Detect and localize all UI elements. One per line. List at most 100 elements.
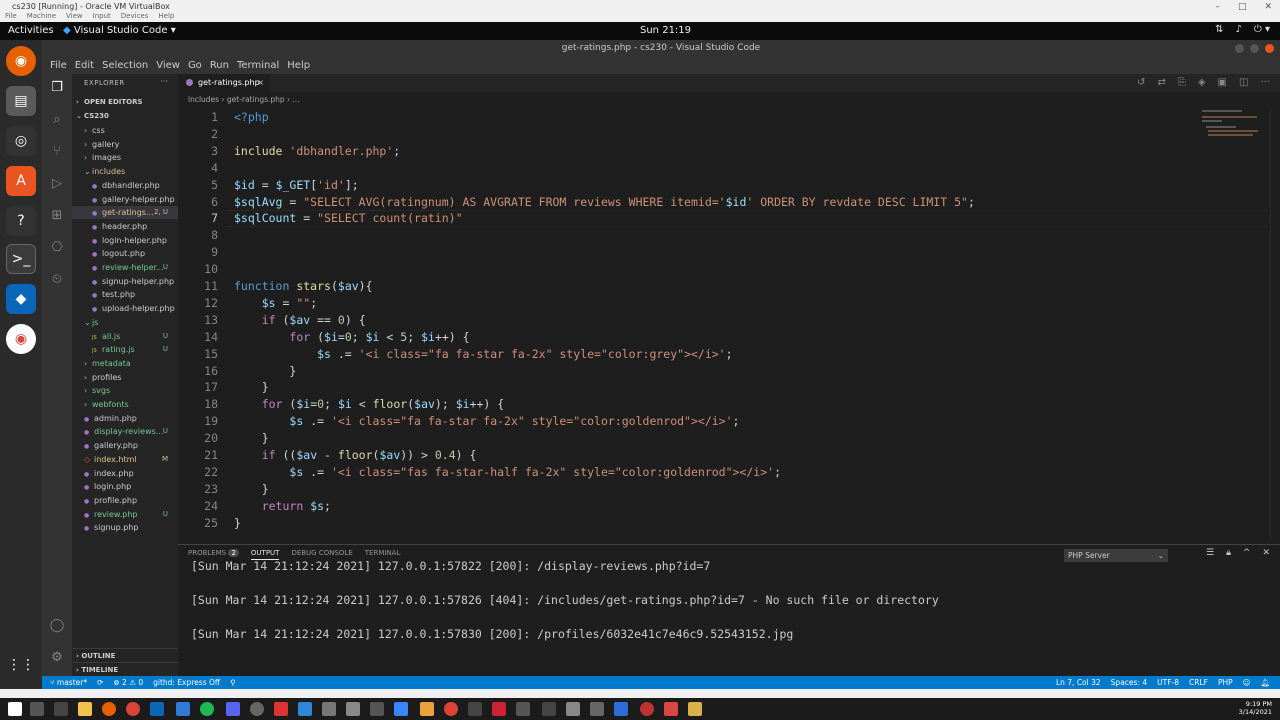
tree-file[interactable]: ● login-helper.php xyxy=(72,234,178,247)
menu-selection[interactable]: Selection xyxy=(98,58,152,74)
windows-start-icon[interactable] xyxy=(8,702,22,716)
menu-run[interactable]: Run xyxy=(206,58,233,74)
terminal-icon[interactable]: >_ xyxy=(6,244,36,274)
app10-taskbar-icon[interactable] xyxy=(516,702,530,716)
discord-taskbar-icon[interactable] xyxy=(226,702,240,716)
breadcrumb[interactable]: includes › get-ratings.php › ... xyxy=(178,92,1280,108)
vbox-menu-file[interactable]: File xyxy=(5,12,17,20)
tree-file[interactable]: ● profile.php xyxy=(72,494,178,507)
tree-file[interactable]: ● upload-helper.php xyxy=(72,302,178,315)
menu-view[interactable]: View xyxy=(152,58,184,74)
preview-icon[interactable]: ▣ xyxy=(1218,77,1227,88)
githd-indicator[interactable]: githd: Express Off xyxy=(153,676,220,689)
tree-file[interactable]: ● signup.php xyxy=(72,521,178,534)
minimize-icon[interactable]: – xyxy=(1215,2,1220,12)
close-panel-icon[interactable]: ✕ xyxy=(1262,548,1270,558)
menu-terminal[interactable]: Terminal xyxy=(233,58,283,74)
files-icon[interactable]: ▤ xyxy=(6,86,36,116)
git-history-icon[interactable]: ⏲ xyxy=(49,272,65,288)
vscode-dock-icon[interactable]: ◆ xyxy=(6,284,36,314)
search-taskbar-icon[interactable] xyxy=(30,702,44,716)
vbox-menu-input[interactable]: Input xyxy=(93,12,111,20)
app13-taskbar-icon[interactable] xyxy=(590,702,604,716)
feedback-icon[interactable]: ☺ xyxy=(1243,676,1251,689)
task-view-icon[interactable] xyxy=(54,702,68,716)
app14-taskbar-icon[interactable] xyxy=(614,702,628,716)
power-icon[interactable]: ⏻ ▾ xyxy=(1254,24,1270,35)
account-icon[interactable]: ◯ xyxy=(49,618,65,634)
tree-file[interactable]: ● gallery.php xyxy=(72,439,178,452)
menu-file[interactable]: File xyxy=(46,58,71,74)
app6-taskbar-icon[interactable] xyxy=(420,702,434,716)
tree-file[interactable]: ● dbhandler.php xyxy=(72,179,178,192)
encoding[interactable]: UTF-8 xyxy=(1157,676,1179,689)
tree-folder[interactable]: › svgs xyxy=(72,384,178,397)
app16-taskbar-icon[interactable] xyxy=(664,702,678,716)
live-share-icon[interactable]: ⚲ xyxy=(230,676,236,689)
app12-taskbar-icon[interactable] xyxy=(566,702,580,716)
app4-taskbar-icon[interactable] xyxy=(370,702,384,716)
chrome-taskbar-icon[interactable] xyxy=(126,702,140,716)
app15-taskbar-icon[interactable] xyxy=(640,702,654,716)
taskbar-clock[interactable]: 9:19 PM 3/14/2021 xyxy=(1239,700,1272,716)
search-icon[interactable]: ⌕ xyxy=(49,112,65,128)
app17-taskbar-icon[interactable] xyxy=(688,702,702,716)
tree-file[interactable]: ● login.php xyxy=(72,480,178,493)
minimap[interactable] xyxy=(1200,108,1270,148)
app5-taskbar-icon[interactable] xyxy=(394,702,408,716)
window-minimize-button[interactable] xyxy=(1235,44,1244,53)
source-icon[interactable]: ◈ xyxy=(1198,77,1206,88)
tree-folder[interactable]: › gallery xyxy=(72,138,178,151)
settings-gear-icon[interactable]: ⚙ xyxy=(49,650,65,666)
tree-file[interactable]: JS rating.js U xyxy=(72,343,178,356)
network-icon[interactable]: ⇅ xyxy=(1215,24,1223,35)
compare-icon[interactable]: ⇄ xyxy=(1157,77,1165,88)
volume-icon[interactable]: ♪ xyxy=(1236,24,1242,35)
cursor-position[interactable]: Ln 7, Col 32 xyxy=(1056,676,1101,689)
tab-get-ratings[interactable]: get-ratings.php × xyxy=(178,74,270,92)
vbox-menu-help[interactable]: Help xyxy=(158,12,174,20)
workspace-root[interactable]: ⌄ CS230 xyxy=(72,110,178,123)
tree-file[interactable]: ◇ index.html M xyxy=(72,453,178,466)
outline-section[interactable]: › OUTLINE xyxy=(72,648,178,662)
word-taskbar-icon[interactable] xyxy=(298,702,312,716)
tree-file[interactable]: ● signup-helper.php xyxy=(72,275,178,288)
tree-folder[interactable]: › images xyxy=(72,151,178,164)
window-close-button[interactable] xyxy=(1265,44,1274,53)
tree-file[interactable]: ● index.php xyxy=(72,467,178,480)
remote-explorer-icon[interactable]: ⎔ xyxy=(49,240,65,256)
tree-file[interactable]: ● header.php xyxy=(72,220,178,233)
vscode-taskbar-icon[interactable] xyxy=(150,702,164,716)
close-tab-icon[interactable]: × xyxy=(257,74,264,92)
tree-file[interactable]: ● test.php xyxy=(72,288,178,301)
tree-file[interactable]: ● gallery-helper.php xyxy=(72,193,178,206)
menu-edit[interactable]: Edit xyxy=(71,58,98,74)
lock-scroll-icon[interactable]: 🔒︎ xyxy=(1226,548,1231,558)
virtualbox-taskbar-icon[interactable] xyxy=(176,702,190,716)
open-editors-section[interactable]: › OPEN EDITORS xyxy=(72,96,178,109)
obs-taskbar-icon[interactable] xyxy=(250,702,264,716)
activities-button[interactable]: Activities xyxy=(8,25,54,36)
tree-folder[interactable]: ⌄js xyxy=(72,316,178,329)
app9-taskbar-icon[interactable] xyxy=(492,702,506,716)
sync-icon[interactable]: ⟳ xyxy=(97,676,103,689)
file-explorer-icon[interactable] xyxy=(78,702,92,716)
window-maximize-button[interactable] xyxy=(1250,44,1259,53)
close-icon[interactable]: ✕ xyxy=(1264,2,1272,12)
language-mode[interactable]: PHP xyxy=(1218,676,1233,689)
clear-output-icon[interactable]: ☰ xyxy=(1206,548,1214,558)
notifications-icon[interactable]: 🔔︎ xyxy=(1260,676,1270,689)
app-menu[interactable]: ◆ Visual Studio Code ▾ xyxy=(63,25,176,36)
firefox-icon[interactable]: ◉ xyxy=(6,46,36,76)
vbox-menu-view[interactable]: View xyxy=(66,12,83,20)
tree-file[interactable]: ● review-helper... U xyxy=(72,261,178,274)
run-debug-icon[interactable]: ▷ xyxy=(49,176,65,192)
chrome-icon[interactable]: ◉ xyxy=(6,324,36,354)
tree-folder[interactable]: › webfonts xyxy=(72,398,178,411)
show-apps-icon[interactable]: ⋮⋮ xyxy=(6,650,36,680)
app3-taskbar-icon[interactable] xyxy=(346,702,360,716)
tree-file[interactable]: ● logout.php xyxy=(72,247,178,260)
editor-more-icon[interactable]: ··· xyxy=(1260,77,1270,88)
tree-file[interactable]: ● admin.php xyxy=(72,412,178,425)
tree-folder[interactable]: › css xyxy=(72,124,178,137)
